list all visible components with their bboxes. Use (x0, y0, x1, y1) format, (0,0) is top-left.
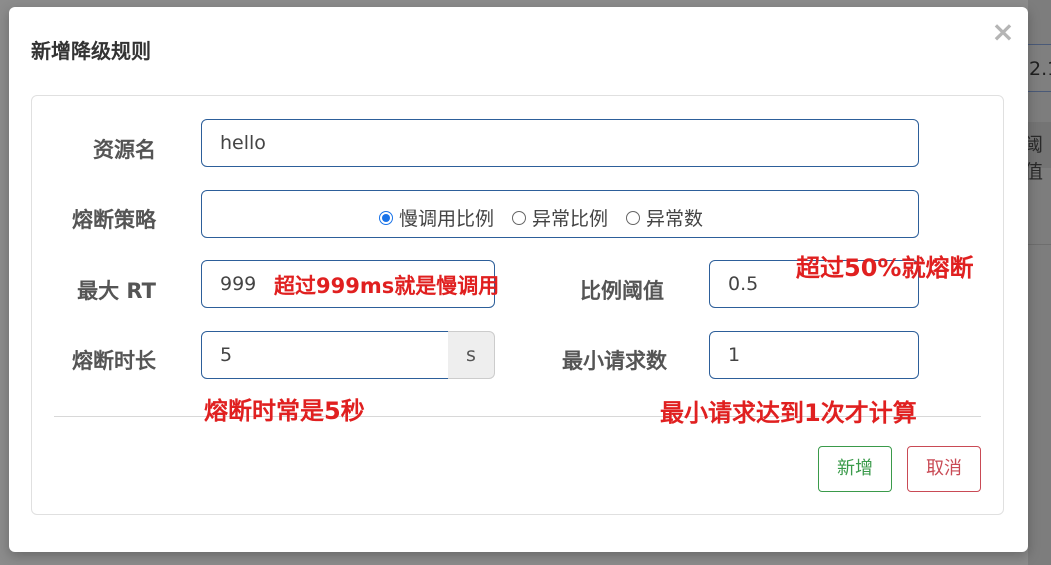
background-divider (1028, 244, 1051, 245)
min-requests-label: 最小请求数 (562, 349, 667, 373)
radio-checked-icon (379, 210, 393, 225)
annotation-min-requests: 最小请求达到1次才计算 (660, 399, 917, 427)
add-degrade-rule-dialog: 新增降级规则 × 资源名 hello 熔断策略 慢调用比例 异常比例 异常数 最… (9, 7, 1028, 552)
cancel-button[interactable]: 取消 (907, 446, 981, 492)
resource-name-input[interactable]: hello (201, 119, 919, 167)
break-duration-label: 熔断时长 (72, 349, 156, 373)
ratio-threshold-label: 比例阈值 (580, 279, 664, 303)
annotation-ratio: 超过50%就熔断 (796, 254, 974, 282)
strategy-option-label: 异常数 (646, 208, 704, 230)
radio-unchecked-icon (512, 210, 527, 225)
close-icon[interactable]: × (989, 15, 1017, 49)
add-button[interactable]: 新增 (818, 446, 892, 492)
background-column-header: 阈值 (1024, 134, 1044, 183)
break-duration-input[interactable]: 5 (201, 331, 449, 379)
break-duration-unit: s (448, 331, 495, 379)
dialog-title: 新增降级规则 (31, 39, 151, 63)
strategy-option-error-count[interactable]: 异常数 (626, 204, 703, 231)
strategy-option-slow-ratio[interactable]: 慢调用比例 (379, 204, 494, 231)
max-rt-label: 最大 RT (77, 279, 156, 303)
strategy-option-label: 异常比例 (532, 208, 609, 230)
annotation-duration: 熔断时常是5秒 (204, 397, 365, 425)
min-requests-input[interactable]: 1 (709, 331, 919, 379)
strategy-option-label: 慢调用比例 (399, 208, 495, 230)
strategy-label: 熔断策略 (72, 208, 156, 232)
strategy-radio-group: 慢调用比例 异常比例 异常数 (201, 190, 919, 238)
strategy-option-error-ratio[interactable]: 异常比例 (512, 204, 608, 231)
resource-name-label: 资源名 (93, 138, 156, 162)
form-panel: 资源名 hello 熔断策略 慢调用比例 异常比例 异常数 最大 RT 999 … (31, 95, 1004, 515)
radio-unchecked-icon (626, 210, 641, 225)
annotation-max-rt: 超过999ms就是慢调用 (274, 274, 500, 298)
